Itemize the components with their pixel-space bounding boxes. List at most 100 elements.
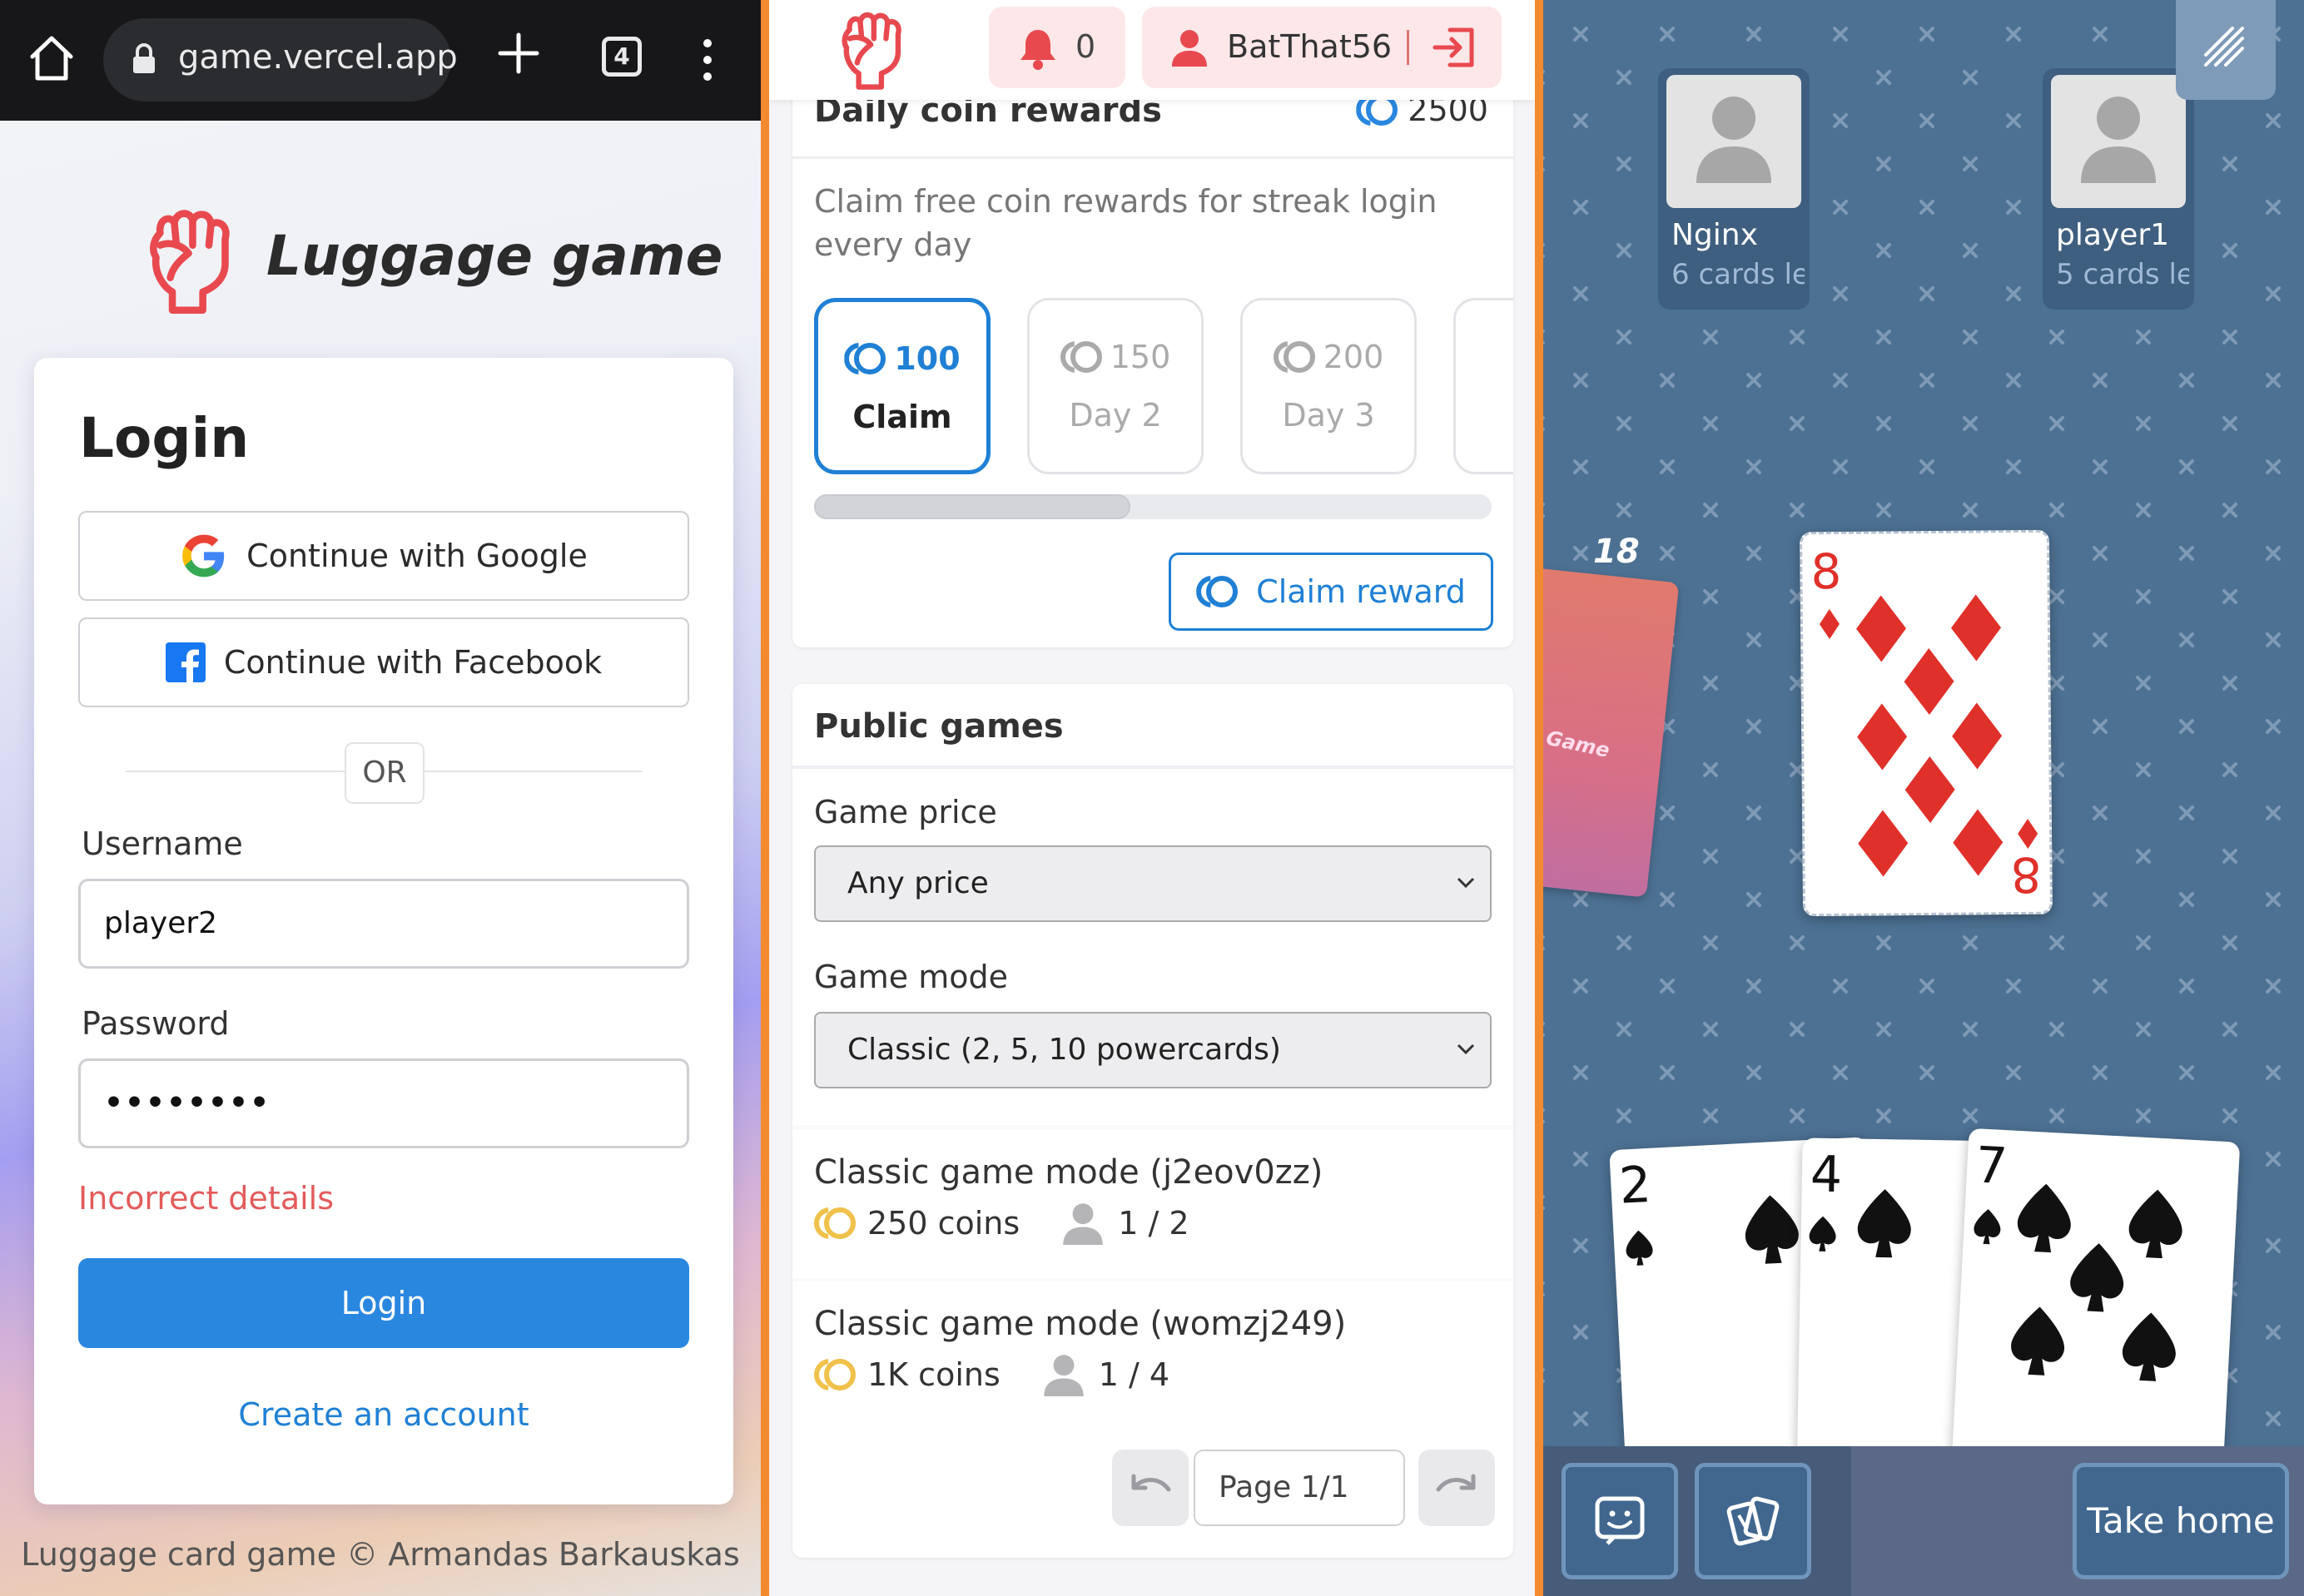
- player-icon: [1044, 1355, 1084, 1396]
- filters-section: Public games Game price Any price Game m…: [792, 684, 1513, 1125]
- separator: [1407, 30, 1409, 65]
- opponent-name: player1: [2056, 218, 2170, 252]
- rewards-scrollbar[interactable]: [814, 494, 1492, 519]
- login-button[interactable]: Login: [78, 1258, 689, 1348]
- take-home-button[interactable]: Take home: [2073, 1463, 2289, 1579]
- opponent-player1[interactable]: player1 5 cards lef: [2043, 68, 2194, 310]
- facebook-label: Continue with Facebook: [223, 644, 603, 681]
- game-list-item[interactable]: Classic game mode (womzj249) 1K coins 1 …: [792, 1281, 1513, 1430]
- new-tab-icon[interactable]: [497, 32, 540, 75]
- bell-icon: [1020, 30, 1055, 70]
- reward-day-4[interactable]: [1453, 298, 1513, 474]
- coin-icon: [844, 343, 889, 374]
- username: BatThat56: [1227, 28, 1393, 65]
- google-label: Continue with Google: [246, 538, 588, 574]
- reward-day-2[interactable]: 150 Day 2: [1027, 298, 1204, 474]
- game-title: Classic game mode (womzj249): [814, 1305, 1347, 1343]
- cards-icon: [1726, 1496, 1780, 1546]
- chevron-down-icon: [1457, 877, 1475, 889]
- reward-amount: 200: [1323, 339, 1384, 375]
- scrollbar-thumb[interactable]: [814, 494, 1130, 519]
- game-list-item[interactable]: Classic game mode (j2eov0zz) 250 coins 1…: [792, 1130, 1513, 1278]
- avatar-placeholder-icon: [1696, 97, 1771, 183]
- google-login-button[interactable]: Continue with Google: [78, 511, 689, 601]
- game-toolbar: Take home: [1543, 1446, 2304, 1596]
- error-message: Incorrect details: [78, 1180, 335, 1217]
- facebook-login-button[interactable]: Continue with Facebook: [78, 617, 689, 707]
- game-price-value: Any price: [847, 866, 989, 900]
- coin-icon: [1273, 341, 1318, 373]
- player-count: 1 / 4: [1098, 1356, 1170, 1393]
- login-title: Login: [79, 406, 250, 470]
- pagination: Page 1/1: [792, 1430, 1513, 1558]
- prev-page-button[interactable]: [1112, 1450, 1189, 1526]
- fullscreen-toggle[interactable]: [2176, 0, 2276, 100]
- opponent-cards-left: 5 cards lef: [2056, 258, 2189, 291]
- home-icon[interactable]: [28, 33, 75, 83]
- next-page-button[interactable]: [1418, 1450, 1495, 1526]
- login-card: Login Continue with Google Continue with…: [34, 358, 733, 1504]
- claim-reward-label: Claim reward: [1256, 573, 1466, 610]
- lobby-panel: 0 BatThat56 Daily coin rewards 2500 Clai…: [761, 0, 1543, 1596]
- opponent-name: Nginx: [1671, 218, 1758, 252]
- coin-icon: [1196, 576, 1241, 607]
- game-price: 250 coins: [867, 1205, 1020, 1242]
- card-rank: 4: [1810, 1145, 1843, 1205]
- chat-face-icon: [1595, 1496, 1645, 1545]
- deck-count: 18: [1593, 533, 1640, 571]
- username-input[interactable]: player2: [78, 879, 689, 969]
- avatar: [2051, 75, 2186, 208]
- public-games-card: Public games Game price Any price Game m…: [792, 684, 1513, 1558]
- password-label: Password: [82, 1005, 230, 1042]
- public-games-title: Public games: [814, 707, 1064, 746]
- fist-logo-icon[interactable]: [834, 8, 911, 92]
- username-label: Username: [82, 825, 243, 862]
- notification-count: 0: [1075, 28, 1096, 65]
- player-count: 1 / 2: [1118, 1205, 1189, 1242]
- lock-icon: [133, 43, 155, 73]
- avatar: [1666, 75, 1801, 208]
- reward-label: Claim: [852, 399, 952, 435]
- claim-reward-button[interactable]: Claim reward: [1169, 553, 1493, 631]
- chevron-down-icon: [1457, 1043, 1475, 1055]
- collapse-icon: [2204, 27, 2244, 67]
- address-bar[interactable]: game.vercel.app: [103, 18, 458, 102]
- browser-toolbar: game.vercel.app 4: [0, 0, 761, 121]
- reward-day-3[interactable]: 200 Day 3: [1240, 298, 1417, 474]
- divider: [792, 156, 1513, 159]
- user-menu[interactable]: BatThat56: [1142, 7, 1502, 88]
- game-mode-select[interactable]: Classic (2, 5, 10 powercards): [814, 1012, 1492, 1088]
- reward-day-1[interactable]: 100 Claim: [814, 298, 991, 474]
- brand-name: Luggage game: [266, 224, 723, 288]
- facebook-icon: [165, 642, 206, 682]
- divider: [792, 766, 1513, 769]
- google-icon: [182, 534, 225, 577]
- game-title: Classic game mode (j2eov0zz): [814, 1153, 1323, 1192]
- reward-label: Day 3: [1282, 397, 1375, 434]
- logout-icon[interactable]: [1432, 25, 1477, 70]
- coin-icon: [1060, 341, 1105, 373]
- player-icon: [1063, 1203, 1103, 1245]
- daily-rewards-card: Daily coin rewards 2500 Claim free coin …: [792, 48, 1513, 647]
- card-rank: 7: [1974, 1136, 2009, 1197]
- tabs-icon[interactable]: 4: [602, 37, 642, 77]
- emote-button[interactable]: [1562, 1463, 1678, 1579]
- fist-logo-icon: [150, 210, 230, 315]
- card-rank: 8: [2010, 845, 2042, 904]
- cards-button[interactable]: [1695, 1463, 1811, 1579]
- menu-icon[interactable]: [699, 37, 716, 83]
- game-price-label: Game price: [814, 794, 997, 830]
- create-account-link[interactable]: Create an account: [34, 1396, 733, 1433]
- reward-amount: 150: [1110, 339, 1171, 375]
- coin-icon: [814, 1359, 859, 1390]
- password-input[interactable]: ••••••••: [78, 1058, 689, 1148]
- game-price-select[interactable]: Any price: [814, 845, 1492, 922]
- opponent-cards-left: 6 cards lef: [1671, 258, 1805, 291]
- opponent-nginx[interactable]: Nginx 6 cards lef: [1658, 68, 1810, 310]
- or-label: OR: [345, 742, 425, 804]
- undo-arrow-icon: [1131, 1474, 1171, 1492]
- notifications-button[interactable]: 0: [989, 7, 1125, 88]
- game-mode-label: Game mode: [814, 959, 1008, 995]
- lobby-header: 0 BatThat56: [769, 0, 1535, 100]
- user-icon: [1172, 30, 1207, 67]
